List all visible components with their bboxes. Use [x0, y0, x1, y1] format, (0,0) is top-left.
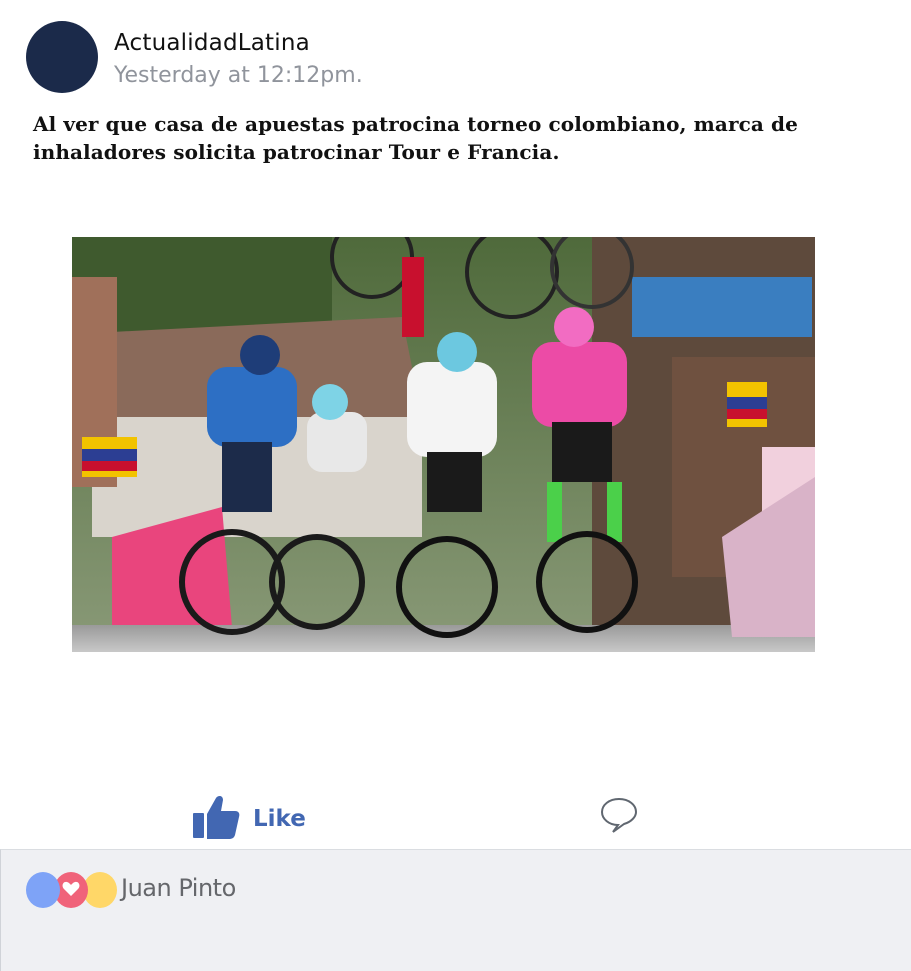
speech-bubble-icon [600, 797, 638, 833]
post-photo[interactable] [72, 237, 815, 652]
post-timestamp[interactable]: Yesterday at 12:12pm. [114, 63, 363, 88]
like-label: Like [253, 806, 306, 832]
post-actions: Like [0, 780, 911, 848]
page-name[interactable]: ActualidadLatina [114, 30, 310, 56]
reactor-name[interactable]: Juan Pinto [121, 874, 236, 902]
thumbs-up-icon [193, 795, 240, 839]
like-reaction-icon[interactable] [26, 872, 60, 908]
haha-reaction-icon[interactable] [83, 872, 117, 908]
page-avatar[interactable] [26, 21, 98, 93]
comment-button[interactable] [600, 796, 638, 834]
heart-icon [62, 881, 80, 896]
like-button[interactable]: Like [192, 788, 322, 839]
reactions-bar: Juan Pinto [0, 849, 911, 971]
cyclists-photo-illustration [72, 237, 815, 652]
post-text: Al ver que casa de apuestas patrocina to… [33, 112, 798, 164]
post-header: ActualidadLatina Yesterday at 12:12pm. [26, 21, 886, 101]
